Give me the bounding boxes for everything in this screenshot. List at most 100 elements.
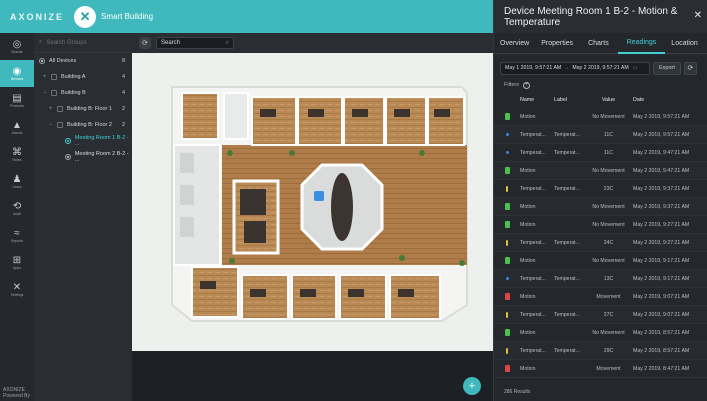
tree-item-all-devices[interactable]: All Devices 8 — [34, 53, 132, 69]
add-button[interactable]: + — [463, 377, 481, 395]
readings-table-body: Motion No Movement May 2 2019, 9:57:21 AM T… — [494, 108, 707, 378]
brand-wordmark: AXONIZE — [10, 11, 65, 22]
calendar-icon: ▭ — [632, 65, 638, 71]
user-icon: ♟ — [12, 174, 22, 185]
reading-value: No Movement — [592, 167, 625, 174]
nav-footer: AXONIZE Powered By — [3, 387, 30, 399]
checkbox[interactable] — [57, 122, 63, 128]
reading-name: Temperat... — [520, 347, 546, 354]
tree-item-count: 4 — [121, 90, 125, 96]
reading-value: 11C — [603, 131, 614, 138]
thermometer-icon — [505, 277, 509, 280]
refresh-button[interactable]: ⟳ — [683, 61, 697, 75]
table-row[interactable]: Motion No Movement May 2 2019, 9:57:21 AM — [494, 108, 707, 126]
collapse-icon[interactable]: − — [43, 90, 51, 96]
nav-item-products[interactable]: ▤ Products — [0, 87, 34, 114]
nav-item-audit[interactable]: ⟲ Audit — [0, 195, 34, 222]
table-row[interactable]: Motion Movement May 2 2019, 9:07:21 AM — [494, 288, 707, 306]
collapse-icon[interactable]: − — [49, 122, 57, 128]
top-rooms — [181, 92, 465, 146]
table-row[interactable]: Temperat... Temperat... 23C May 2 2019, 9:3… — [494, 180, 707, 198]
reading-value: No Movement — [592, 329, 625, 336]
arrow-right-icon: → — [564, 65, 570, 71]
nav-item-alarms[interactable]: ▲ Alarms — [0, 114, 34, 141]
table-row[interactable]: Motion No Movement May 2 2019, 9:37:21 AM — [494, 198, 707, 216]
motion-sensor-icon — [504, 365, 510, 372]
table-row[interactable]: Motion No Movement May 2 2019, 9:27:21 AM — [494, 216, 707, 234]
date-range-picker[interactable]: May 1 2019, 9:57:21 AM → May 2 2019, 9:5… — [500, 61, 650, 75]
map-search-input[interactable]: Search ⌕ — [156, 37, 234, 49]
panel-title: Device Meeting Room 1 B-2 - Motion & Tem… — [504, 5, 678, 28]
tab-readings[interactable]: Readings — [617, 33, 666, 54]
tree-item-building-b[interactable]: − Building B 4 — [34, 85, 132, 101]
close-icon[interactable]: ✕ — [694, 10, 702, 21]
reading-label: Temperat... — [554, 239, 580, 246]
table-row[interactable]: Temperat... Temperat... 11C May 2 2019, 9:5… — [494, 126, 707, 144]
tree-item-building-b-floor-1[interactable]: + Building B: Floor 1 2 — [34, 101, 132, 117]
nav-item-rules[interactable]: ⌘ Rules — [0, 141, 34, 168]
tree-item-label: All Devices — [49, 58, 77, 64]
export-button[interactable]: Export — [653, 61, 681, 75]
column-label[interactable]: Label — [554, 97, 588, 103]
reading-date: May 2 2019, 9:57:21 AM — [633, 113, 690, 120]
table-row[interactable]: Temperat... Temperat... 27C May 2 2019, 9:0… — [494, 306, 707, 324]
nav-item-users[interactable]: ♟ Users — [0, 168, 34, 195]
table-row[interactable]: Temperat... Temperat... 13C May 2 2019, 9:1… — [494, 270, 707, 288]
nav-item-label: Apps — [13, 266, 21, 270]
reading-name: Motion — [520, 329, 536, 336]
reading-date: May 2 2019, 9:27:21 AM — [633, 221, 690, 228]
table-row[interactable]: Motion Movement May 2 2019, 8:47:21 AM — [494, 360, 707, 378]
tree-item-building-a[interactable]: + Building A 4 — [34, 69, 132, 85]
nav-item-apps[interactable]: ⊞ Apps — [0, 249, 34, 276]
filters-row[interactable]: Filters + — [494, 79, 707, 91]
group-search-input[interactable]: ⌕ Search Groups — [34, 33, 132, 53]
table-row[interactable]: Motion No Movement May 2 2019, 9:17:21 AM — [494, 252, 707, 270]
tab-location[interactable]: Location — [665, 33, 703, 54]
floor-plan-map[interactable] — [132, 53, 493, 401]
column-date[interactable]: Date — [629, 97, 699, 103]
history-icon: ⟲ — [12, 201, 22, 212]
app-name: Smart Building — [101, 12, 154, 21]
tab-overview[interactable]: Overview — [494, 33, 535, 54]
reading-date: May 2 2019, 8:47:21 AM — [633, 365, 690, 372]
reading-name: Temperat... — [520, 149, 546, 156]
checkbox[interactable] — [51, 90, 57, 96]
nav-item-reports[interactable]: ≈ Reports — [0, 222, 34, 249]
tree-item-count: 8 — [121, 58, 125, 64]
tree-item-meeting-room-1[interactable]: Meeting Room 1 B-2 - ... — [34, 133, 132, 149]
table-row[interactable]: Motion No Movement May 2 2019, 9:47:21 AM — [494, 162, 707, 180]
table-row[interactable]: Motion No Movement May 2 2019, 8:57:21 AM — [494, 324, 707, 342]
reading-date: May 2 2019, 9:47:21 AM — [633, 149, 690, 156]
map-search-value: Search — [161, 40, 181, 46]
reading-name: Motion — [520, 167, 536, 174]
tree-item-count: 2 — [121, 106, 125, 112]
readings-table-header: Name Label Value Date — [494, 91, 707, 108]
column-name[interactable]: Name — [520, 97, 554, 103]
nav-item-devices[interactable]: ◉ Devices — [0, 60, 34, 87]
reading-name: Temperat... — [520, 311, 546, 318]
nav-item-boards[interactable]: ◎ Boards — [0, 33, 34, 60]
reading-date: May 2 2019, 9:17:21 AM — [633, 275, 690, 282]
tree-item-meeting-room-2[interactable]: Meeting Room 2 B-2 - ... — [34, 149, 132, 165]
reading-name: Motion — [520, 203, 536, 210]
reading-value: 23C — [603, 185, 614, 192]
checkbox[interactable] — [51, 74, 57, 80]
checkbox[interactable] — [57, 106, 63, 112]
app-logo-icon[interactable]: ✕ — [74, 5, 97, 28]
tree-item-label: Building A — [61, 74, 86, 80]
filters-label: Filters — [504, 82, 519, 88]
tab-charts[interactable]: Charts — [579, 33, 618, 54]
table-row[interactable]: Temperat... Temperat... 24C May 2 2019, 9:2… — [494, 234, 707, 252]
reading-date: May 2 2019, 9:37:21 AM — [633, 185, 690, 192]
expand-icon[interactable]: + — [49, 106, 57, 112]
add-filter-icon[interactable]: + — [522, 81, 530, 89]
tab-properties[interactable]: Properties — [535, 33, 579, 54]
table-row[interactable]: Temperat... Temperat... 11C May 2 2019, 9:4… — [494, 144, 707, 162]
table-row[interactable]: Temperat... Temperat... 29C May 2 2019, 8:5… — [494, 342, 707, 360]
tree-item-building-b-floor-2[interactable]: − Building B: Floor 2 2 — [34, 117, 132, 133]
nav-item-settings[interactable]: ✕ Settings — [0, 276, 34, 303]
settings-icon: ✕ — [12, 282, 22, 293]
expand-icon[interactable]: + — [43, 74, 51, 80]
column-value[interactable]: Value — [588, 97, 629, 103]
map-refresh-button[interactable]: ⟳ — [139, 37, 151, 49]
